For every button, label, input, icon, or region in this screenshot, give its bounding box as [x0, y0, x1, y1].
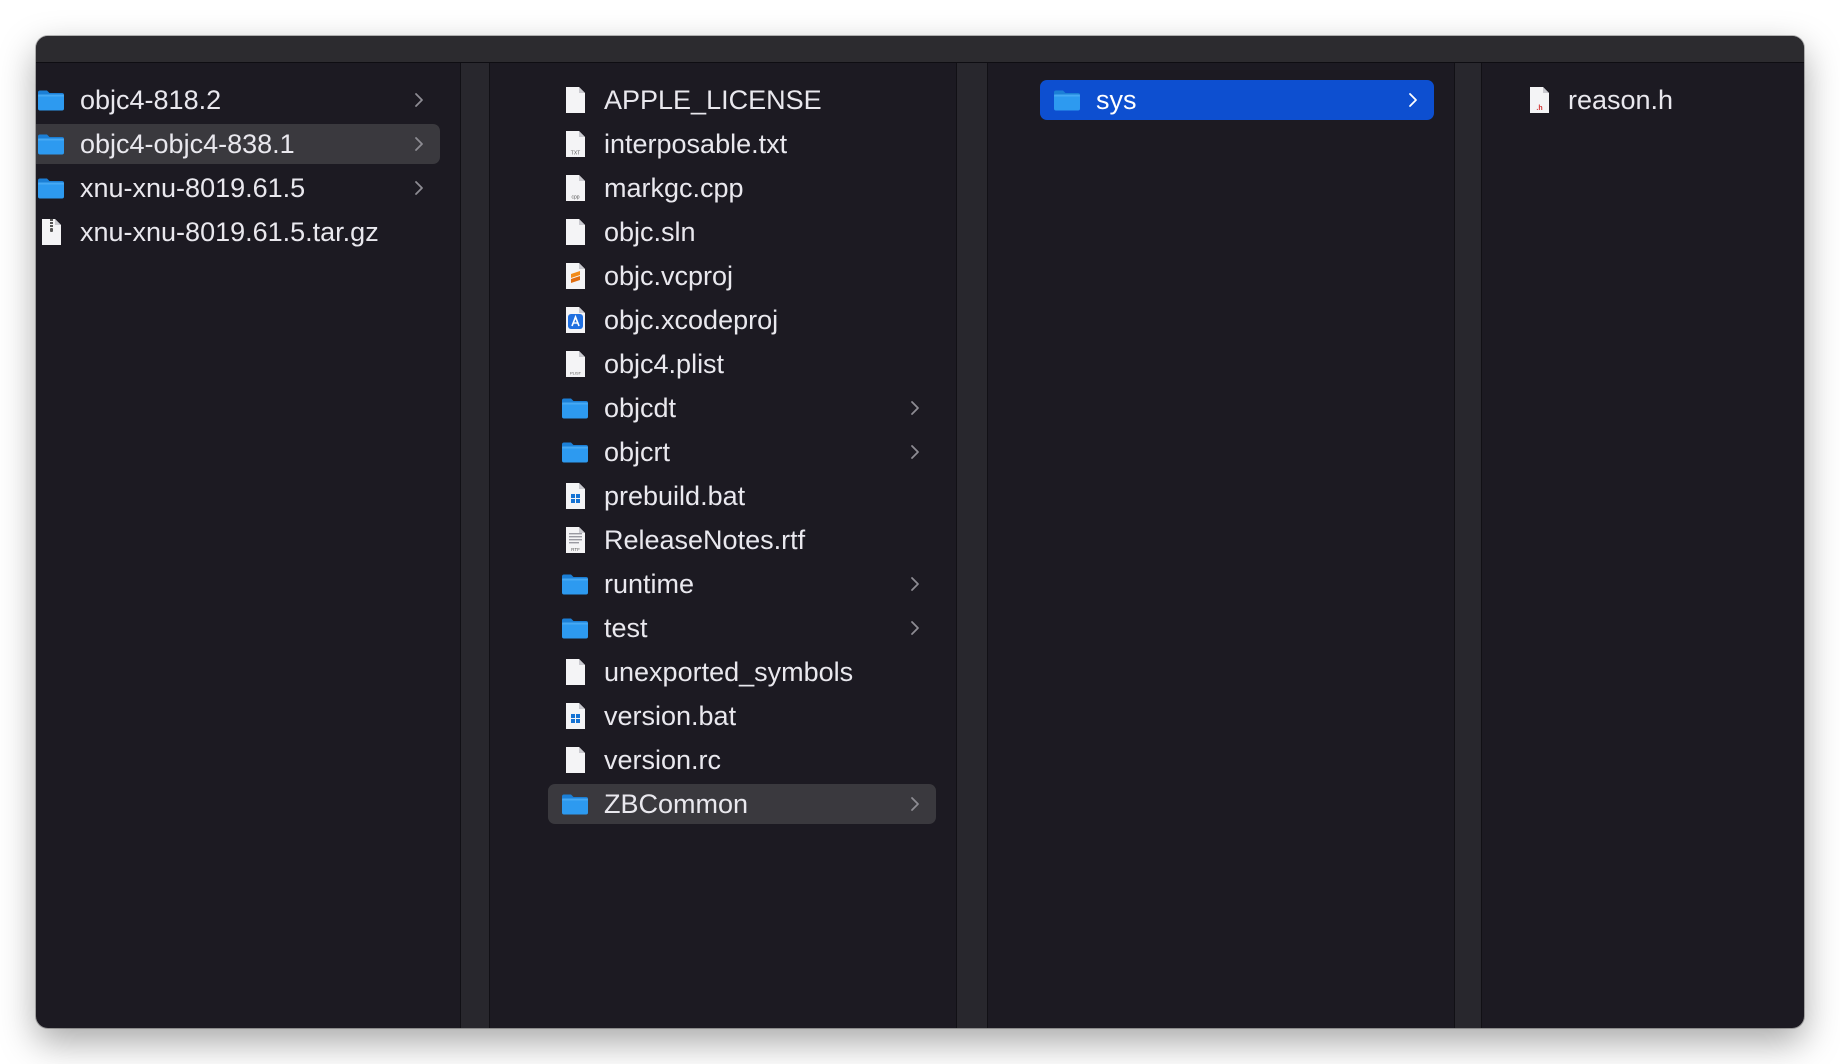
- header-file-icon: .h: [1530, 87, 1549, 113]
- item-label: objc.vcproj: [604, 260, 734, 291]
- file-row-prebuild-bat[interactable]: prebuild.bat: [548, 476, 936, 516]
- column-resize-handle[interactable]: [1454, 63, 1482, 1028]
- column-4[interactable]: .h reason.h: [1482, 63, 1804, 1028]
- cpp-file-icon: cpp: [566, 175, 585, 201]
- column-2[interactable]: APPLE_LICENSE TXT interposable.txt cpp markg…: [490, 63, 956, 1028]
- document-icon: [566, 87, 585, 113]
- folder-icon: [562, 442, 588, 463]
- item-label: APPLE_LICENSE: [604, 84, 822, 115]
- column-3[interactable]: sys: [988, 63, 1454, 1028]
- item-label: unexported_symbols: [604, 656, 854, 687]
- folder-icon: [1054, 90, 1080, 111]
- item-label: ReleaseNotes.rtf: [604, 524, 806, 555]
- folder-icon: [38, 134, 64, 155]
- window-titlebar[interactable]: [36, 36, 1804, 63]
- text-file-icon: TXT: [566, 131, 585, 157]
- chevron-right-icon: [906, 608, 924, 648]
- file-row-xnu-xnu-8019-61-5-tar-gz[interactable]: xnu-xnu-8019.61.5.tar.gz: [36, 212, 440, 252]
- svg-text:PLIST: PLIST: [570, 371, 582, 376]
- chevron-right-icon: [410, 168, 428, 208]
- rtf-file-icon: RTF: [566, 527, 585, 553]
- xcode-project-icon: [566, 307, 585, 333]
- document-icon: [566, 659, 585, 685]
- file-row-version-bat[interactable]: version.bat: [548, 696, 936, 736]
- item-label: version.rc: [604, 744, 722, 775]
- sublime-file-icon: [566, 263, 585, 289]
- archive-icon: [42, 219, 61, 245]
- item-label: ZBCommon: [604, 788, 749, 819]
- bat-file-icon: [566, 703, 585, 729]
- folder-row-objcdt[interactable]: objcdt: [548, 388, 936, 428]
- svg-text:TXT: TXT: [571, 151, 580, 157]
- file-row-reason-h[interactable]: .h reason.h: [1512, 80, 1784, 120]
- item-label: objcrt: [604, 436, 671, 467]
- document-icon: [566, 747, 585, 773]
- finder-window: objc4-818.2 objc4-objc4-838.1 xnu-xnu-8019…: [36, 36, 1804, 1028]
- item-label: objc4.plist: [604, 348, 725, 379]
- folder-row-xnu-xnu-8019-61-5[interactable]: xnu-xnu-8019.61.5: [36, 168, 440, 208]
- chevron-right-icon: [906, 784, 924, 824]
- chevron-right-icon: [410, 80, 428, 120]
- svg-text:cpp: cpp: [571, 195, 579, 201]
- svg-text:RTF: RTF: [571, 547, 580, 552]
- folder-row-objcrt[interactable]: objcrt: [548, 432, 936, 472]
- folder-row-test[interactable]: test: [548, 608, 936, 648]
- file-row-apple-license[interactable]: APPLE_LICENSE: [548, 80, 936, 120]
- svg-text:.h: .h: [1536, 105, 1542, 112]
- chevron-right-icon: [906, 432, 924, 472]
- file-row-releasenotes-rtf[interactable]: RTF ReleaseNotes.rtf: [548, 520, 936, 560]
- folder-row-sys[interactable]: sys: [1040, 80, 1434, 120]
- folder-icon: [562, 574, 588, 595]
- item-label: objc.xcodeproj: [604, 304, 779, 335]
- file-row-version-rc[interactable]: version.rc: [548, 740, 936, 780]
- file-row-objc-xcodeproj[interactable]: objc.xcodeproj: [548, 300, 936, 340]
- folder-row-zbcommon[interactable]: ZBCommon: [548, 784, 936, 824]
- item-label: interposable.txt: [604, 128, 788, 159]
- column-2-list: APPLE_LICENSE TXT interposable.txt cpp markg…: [490, 80, 956, 828]
- item-label: objc.sln: [604, 216, 696, 247]
- folder-row-objc4-objc4-838-1[interactable]: objc4-objc4-838.1: [36, 124, 440, 164]
- item-label: objc4-objc4-838.1: [80, 128, 295, 159]
- item-label: xnu-xnu-8019.61.5.tar.gz: [80, 216, 379, 247]
- folder-row-runtime[interactable]: runtime: [548, 564, 936, 604]
- bat-file-icon: [566, 483, 585, 509]
- item-label: reason.h: [1568, 84, 1674, 115]
- plist-file-icon: PLIST: [566, 351, 585, 377]
- file-row-unexported-symbols[interactable]: unexported_symbols: [548, 652, 936, 692]
- item-label: objcdt: [604, 392, 677, 423]
- column-resize-handle[interactable]: [956, 63, 988, 1028]
- document-icon: [566, 219, 585, 245]
- item-label: objc4-818.2: [80, 84, 222, 115]
- item-label: version.bat: [604, 700, 737, 731]
- column-resize-handle[interactable]: [460, 63, 490, 1028]
- column-1[interactable]: objc4-818.2 objc4-objc4-838.1 xnu-xnu-8019…: [36, 63, 460, 1028]
- file-row-markgc-cpp[interactable]: cpp markgc.cpp: [548, 168, 936, 208]
- item-label: runtime: [604, 568, 695, 599]
- file-row-objc-vcproj[interactable]: objc.vcproj: [548, 256, 936, 296]
- folder-icon: [562, 398, 588, 419]
- chevron-right-icon: [906, 388, 924, 428]
- file-row-interposable-txt[interactable]: TXT interposable.txt: [548, 124, 936, 164]
- column-3-list: sys: [988, 80, 1454, 124]
- folder-icon: [38, 90, 64, 111]
- folder-icon: [562, 794, 588, 815]
- chevron-right-icon: [410, 124, 428, 164]
- item-label: prebuild.bat: [604, 480, 746, 511]
- item-label: xnu-xnu-8019.61.5: [80, 172, 306, 203]
- chevron-right-icon: [1404, 80, 1422, 120]
- file-row-objc4-plist[interactable]: PLIST objc4.plist: [548, 344, 936, 384]
- folder-row-objc4-818-2[interactable]: objc4-818.2: [36, 80, 440, 120]
- column-1-list: objc4-818.2 objc4-objc4-838.1 xnu-xnu-8019…: [36, 80, 460, 256]
- folder-icon: [562, 618, 588, 639]
- folder-icon: [38, 178, 64, 199]
- column-4-list: .h reason.h: [1482, 80, 1804, 124]
- file-row-objc-sln[interactable]: objc.sln: [548, 212, 936, 252]
- item-label: test: [604, 612, 648, 643]
- chevron-right-icon: [906, 564, 924, 604]
- item-label: sys: [1096, 84, 1137, 115]
- item-label: markgc.cpp: [604, 172, 744, 203]
